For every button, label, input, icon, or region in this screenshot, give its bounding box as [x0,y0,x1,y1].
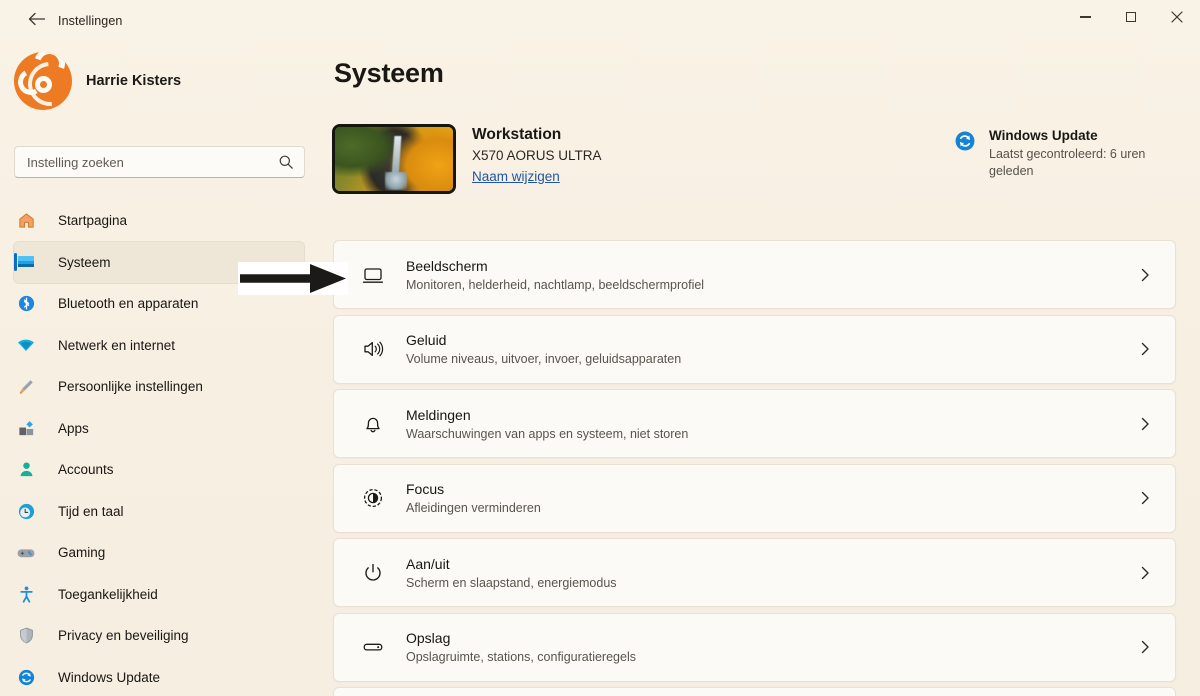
sidebar-item-label: Persoonlijke instellingen [58,379,203,395]
sidebar-item-label: Apps [58,420,89,436]
update-icon [15,666,37,688]
sidebar-item-label: Tijd en taal [58,503,124,519]
card-title: Beeldscherm [406,257,488,274]
card-subtitle: Scherm en slaapstand, energiemodus [406,575,617,590]
settings-window: Instellingen Harrie Kisters Instelling z… [0,0,1200,696]
card-title: Opslag [406,630,451,646]
card-title: Focus [406,481,445,497]
sidebar-item-startpagina[interactable]: Startpagina [14,200,304,242]
sidebar-item-gaming[interactable]: Gaming [14,532,304,574]
sidebar-item-label: Systeem [58,254,111,270]
clock-icon [15,500,37,522]
sidebar-item-label: Startpagina [58,213,128,229]
chevron-right-icon[interactable] [1131,268,1159,282]
settings-card-focus[interactable]: Focus Afleidingen verminderen [333,463,1176,533]
accessibility-icon [15,583,37,605]
back-button[interactable] [26,10,48,28]
shield-icon [15,625,37,647]
settings-card-opslag[interactable]: Opslag Opslagruimte, stations, configura… [333,612,1176,682]
sidebar-item-label: Privacy en beveiliging [58,628,189,644]
sidebar-item-windows-update[interactable]: Windows Update [14,657,304,696]
account-name: Harrie Kisters [86,73,182,89]
bell-icon [361,412,385,436]
settings-card-meldingen[interactable]: Meldingen Waarschuwingen van apps en sys… [333,389,1176,458]
search-icon [278,154,294,170]
search-input[interactable] [15,147,304,177]
update-sync-icon [954,130,976,152]
power-icon [361,561,385,585]
window-controls [1062,0,1200,34]
sidebar-item-label: Gaming [58,545,106,561]
paintbrush-icon [15,376,37,398]
card-subtitle: Volume niveaus, uitvoer, invoer, geluids… [406,352,682,366]
sidebar-item-label: Bluetooth en apparaten [58,296,199,312]
gamepad-icon [15,542,37,564]
apps-icon [15,417,37,439]
window-title: Instellingen [58,14,123,28]
pointer-arrow-annotation [238,262,348,295]
sidebar-item-privacy-en-beveiliging[interactable]: Privacy en beveiliging [14,615,304,657]
page-title: Systeem [334,58,444,88]
storage-icon [361,635,385,659]
card-subtitle: Waarschuwingen van apps en systeem, niet… [406,426,689,441]
device-summary: Workstation X570 AORUS ULTRA Naam wijzig… [332,124,602,194]
sidebar-item-tijd-en-taal[interactable]: Tijd en taal [14,491,304,533]
sidebar-item-toegankelijkheid[interactable]: Toegankelijkheid [14,574,304,616]
settings-card-geluid[interactable]: Geluid Volume niveaus, uitvoer, invoer, … [333,314,1176,384]
settings-card-list: Beeldscherm Monitoren, helderheid, nacht… [333,240,1176,696]
device-name: Workstation [472,126,562,143]
chevron-right-icon[interactable] [1131,640,1159,654]
sidebar-item-label: Netwerk en internet [58,337,176,353]
windows-update-title: Windows Update [989,128,1098,143]
sidebar-item-label: Accounts [58,462,114,478]
chevron-right-icon[interactable] [1131,491,1159,505]
desktop-wallpaper-thumbnail [332,124,456,194]
sidebar-item-persoonlijke-instellingen[interactable]: Persoonlijke instellingen [14,366,304,408]
chevron-right-icon[interactable] [1131,342,1159,356]
device-model: X570 AORUS ULTRA [472,148,602,163]
maximize-button[interactable] [1108,0,1154,34]
settings-card-beeldscherm[interactable]: Beeldscherm Monitoren, helderheid, nacht… [333,240,1176,309]
card-title: Meldingen [406,406,471,423]
maximize-icon [1126,12,1136,22]
sidebar-item-label: Windows Update [58,669,161,685]
person-icon [15,459,37,481]
sidebar: Harrie Kisters Startpagina [0,34,318,696]
chevron-right-icon[interactable] [1131,417,1159,431]
minimize-button[interactable] [1062,0,1108,34]
windows-update-substatus: Laatst gecontroleerd: 6 uren geleden [989,147,1146,179]
close-icon [1171,11,1183,23]
avatar [14,52,72,110]
search-box[interactable] [14,146,305,178]
home-icon [15,210,37,232]
close-button[interactable] [1154,0,1200,34]
card-subtitle: Afleidingen verminderen [406,501,541,515]
monitor-icon [15,251,37,273]
wifi-icon [15,334,37,356]
windows-update-status[interactable]: Windows Update Laatst gecontroleerd: 6 u… [954,128,1182,181]
settings-card-aan-uit[interactable]: Aan/uit Scherm en slaapstand, energiemod… [333,538,1176,607]
card-title: Aan/uit [406,555,450,572]
sidebar-item-accounts[interactable]: Accounts [14,449,304,491]
sidebar-item-netwerk-en-internet[interactable]: Netwerk en internet [14,325,304,367]
settings-card-partial[interactable] [333,687,1176,696]
bluetooth-icon [15,293,37,315]
display-icon [361,263,385,287]
chevron-right-icon[interactable] [1131,566,1159,580]
minimize-icon [1079,16,1091,18]
main-content: Systeem Workstation X570 AORUS ULTRA Naa… [318,34,1200,696]
rename-device-link[interactable]: Naam wijzigen [472,169,560,184]
focus-icon [361,486,385,510]
card-subtitle: Monitoren, helderheid, nachtlamp, beelds… [406,277,705,292]
title-bar: Instellingen [0,0,1200,34]
speaker-icon [361,337,385,361]
sidebar-item-label: Toegankelijkheid [58,586,158,602]
card-subtitle: Opslagruimte, stations, configuratierege… [406,650,636,664]
card-title: Geluid [406,332,447,348]
account-header[interactable]: Harrie Kisters [14,52,181,110]
sidebar-item-apps[interactable]: Apps [14,408,304,450]
